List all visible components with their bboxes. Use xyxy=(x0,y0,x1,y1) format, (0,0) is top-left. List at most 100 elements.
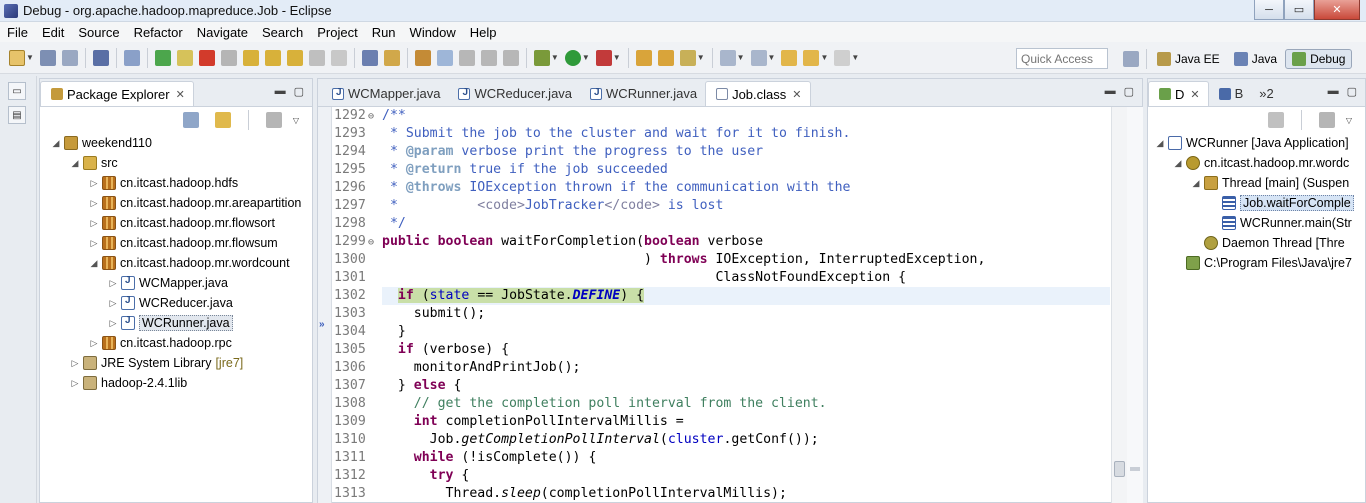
next-annotation-icon[interactable] xyxy=(719,49,736,66)
code-line[interactable]: 1294 * @param verbose print the progress… xyxy=(332,143,1110,161)
maximize-view-icon[interactable]: ▢ xyxy=(294,85,304,98)
quick-access-input[interactable] xyxy=(1016,48,1108,69)
maximize-view-icon[interactable]: ▢ xyxy=(1124,85,1134,98)
collapse-icon[interactable]: ◢ xyxy=(50,138,62,149)
tree-item[interactable]: ▷ hadoop-2.4.1lib xyxy=(40,373,312,393)
minimize-view-icon[interactable]: ▬ xyxy=(275,85,286,98)
menu-search[interactable]: Search xyxy=(255,25,310,40)
previous-annotation-icon[interactable] xyxy=(750,49,767,66)
close-icon[interactable]: ✕ xyxy=(792,88,801,101)
expand-icon[interactable]: ▷ xyxy=(107,278,119,289)
perspective-java[interactable]: Java xyxy=(1228,50,1283,68)
step-over-icon[interactable] xyxy=(264,49,281,66)
menu-help[interactable]: Help xyxy=(463,25,504,40)
code-line[interactable]: 1295 * @return true if the job succeeded xyxy=(332,161,1110,179)
outline-view-icon[interactable]: ▤ xyxy=(8,106,26,124)
tree-item[interactable]: ▷ cn.itcast.hadoop.hdfs xyxy=(40,173,312,193)
code-line[interactable]: 1305 if (verbose) { xyxy=(332,341,1110,359)
menu-file[interactable]: File xyxy=(0,25,35,40)
terminate-icon[interactable] xyxy=(198,49,215,66)
expand-icon[interactable]: ▷ xyxy=(88,238,100,249)
skip-breakpoints-icon[interactable] xyxy=(123,49,140,66)
link-with-editor-icon[interactable] xyxy=(214,112,231,128)
build-icon[interactable] xyxy=(383,49,400,66)
menu-run[interactable]: Run xyxy=(365,25,403,40)
console-icon[interactable] xyxy=(92,49,109,66)
minimize-view-icon[interactable]: ▬ xyxy=(1328,85,1339,98)
use-step-filters-icon[interactable] xyxy=(330,49,347,66)
tree-item[interactable]: ▷ WCReducer.java xyxy=(40,293,312,313)
code-line[interactable]: 1313 Thread.sleep(completionPollInterval… xyxy=(332,485,1110,503)
tab-breakpoints[interactable]: B xyxy=(1209,81,1252,106)
next-annotation-dropdown-icon[interactable]: ▼ xyxy=(737,53,745,62)
collapse-icon[interactable]: ◢ xyxy=(1154,138,1166,149)
debug-dropdown-icon[interactable]: ▼ xyxy=(551,53,559,62)
expand-icon[interactable]: ▷ xyxy=(88,198,100,209)
tab-more-views[interactable]: »2 xyxy=(1251,81,1281,106)
code-line[interactable]: 1303 submit(); xyxy=(332,305,1110,323)
code-line[interactable]: 1297 * <code>JobTracker</code> is lost xyxy=(332,197,1110,215)
last-edit-location-icon[interactable] xyxy=(781,49,798,66)
expand-icon[interactable]: ▷ xyxy=(69,378,81,389)
minimize-button[interactable]: ─ xyxy=(1254,0,1284,20)
scrollbar-thumb[interactable] xyxy=(1114,461,1125,477)
forward-dropdown-icon[interactable]: ▼ xyxy=(851,53,859,62)
previous-annotation-dropdown-icon[interactable]: ▼ xyxy=(768,53,776,62)
back-icon[interactable] xyxy=(803,49,820,66)
tree-item[interactable]: ▷ cn.itcast.hadoop.mr.flowsort xyxy=(40,213,312,233)
menu-window[interactable]: Window xyxy=(403,25,463,40)
code-line[interactable]: 1299 ⊖ public boolean waitForCompletion(bo… xyxy=(332,233,1110,251)
tree-item[interactable]: ▷ JRE System Library [jre7] xyxy=(40,353,312,373)
code-line[interactable]: 1292 ⊖/** xyxy=(332,107,1110,125)
code-line[interactable]: 1309 int completionPollIntervalMillis = xyxy=(332,413,1110,431)
tab-wcmapper-java[interactable]: WCMapper.java xyxy=(322,81,448,106)
block-selection-icon[interactable] xyxy=(480,49,497,66)
toggle-breadcrumb-icon[interactable] xyxy=(502,49,519,66)
run-icon[interactable] xyxy=(564,49,581,66)
tree-item[interactable]: ▷ cn.itcast.hadoop.mr.flowsum xyxy=(40,233,312,253)
collapse-icon[interactable]: ◢ xyxy=(1190,178,1202,189)
tree-item[interactable]: ◢ src xyxy=(40,153,312,173)
tree-item[interactable]: Daemon Thread [Thre xyxy=(1148,233,1365,253)
tree-item[interactable]: ◢ weekend110 xyxy=(40,133,312,153)
external-tools-icon[interactable] xyxy=(595,49,612,66)
close-button[interactable]: ✕ xyxy=(1314,0,1360,20)
save-all-icon[interactable] xyxy=(61,49,78,66)
tab-package-explorer[interactable]: Package Explorer ✕ xyxy=(40,81,194,106)
expand-icon[interactable]: ▷ xyxy=(69,358,81,369)
tab-wcrunner-java[interactable]: WCRunner.java xyxy=(580,81,705,106)
code-line[interactable]: 1298 */ xyxy=(332,215,1110,233)
tree-item[interactable]: ▷ cn.itcast.hadoop.mr.areapartition xyxy=(40,193,312,213)
tab-debug[interactable]: D ✕ xyxy=(1148,81,1209,106)
mark-occurrences-icon[interactable] xyxy=(436,49,453,66)
forward-icon[interactable] xyxy=(834,49,851,66)
code-editor[interactable]: » 1292 ⊖/** 1293 * Submit the job to the c… xyxy=(318,107,1110,503)
tree-item[interactable]: Job.waitForComple xyxy=(1148,193,1365,213)
tree-item[interactable]: ▷ WCMapper.java xyxy=(40,273,312,293)
search-dropdown-icon[interactable]: ▼ xyxy=(697,53,705,62)
vertical-ruler[interactable]: » xyxy=(318,107,332,503)
debug-icon[interactable] xyxy=(533,49,550,66)
disconnect-icon[interactable] xyxy=(220,49,237,66)
code-line[interactable]: 1312 try { xyxy=(332,467,1110,485)
code-line[interactable]: 1296 * @throws IOException thrown if the… xyxy=(332,179,1110,197)
perspective-debug[interactable]: Debug xyxy=(1285,49,1353,69)
collapse-all-icon[interactable] xyxy=(182,112,199,128)
code-line[interactable]: 1293 * Submit the job to the cluster and… xyxy=(332,125,1110,143)
code-line[interactable]: 1308 // get the completion poll interval… xyxy=(332,395,1110,413)
editor-scrollbar[interactable] xyxy=(1111,107,1127,503)
open-folder-icon[interactable] xyxy=(657,49,674,66)
maximize-button[interactable]: ▭ xyxy=(1284,0,1314,20)
view-menu-icon[interactable]: ▽ xyxy=(293,116,299,125)
tree-item[interactable]: ◢ cn.itcast.hadoop.mr.wordc xyxy=(1148,153,1365,173)
pin-icon[interactable] xyxy=(414,49,431,66)
close-icon[interactable]: ✕ xyxy=(176,88,185,101)
tab-job-class[interactable]: Job.class ✕ xyxy=(705,81,811,106)
show-whitespace-icon[interactable] xyxy=(458,49,475,66)
save-icon[interactable] xyxy=(39,49,56,66)
collapse-icon[interactable]: ◢ xyxy=(69,158,81,169)
code-line[interactable]: 1307 } else { xyxy=(332,377,1110,395)
collapse-icon[interactable]: ◢ xyxy=(1172,158,1184,169)
external-tools-dropdown-icon[interactable]: ▼ xyxy=(613,53,621,62)
view-menu-icon[interactable]: ▽ xyxy=(1346,116,1352,125)
